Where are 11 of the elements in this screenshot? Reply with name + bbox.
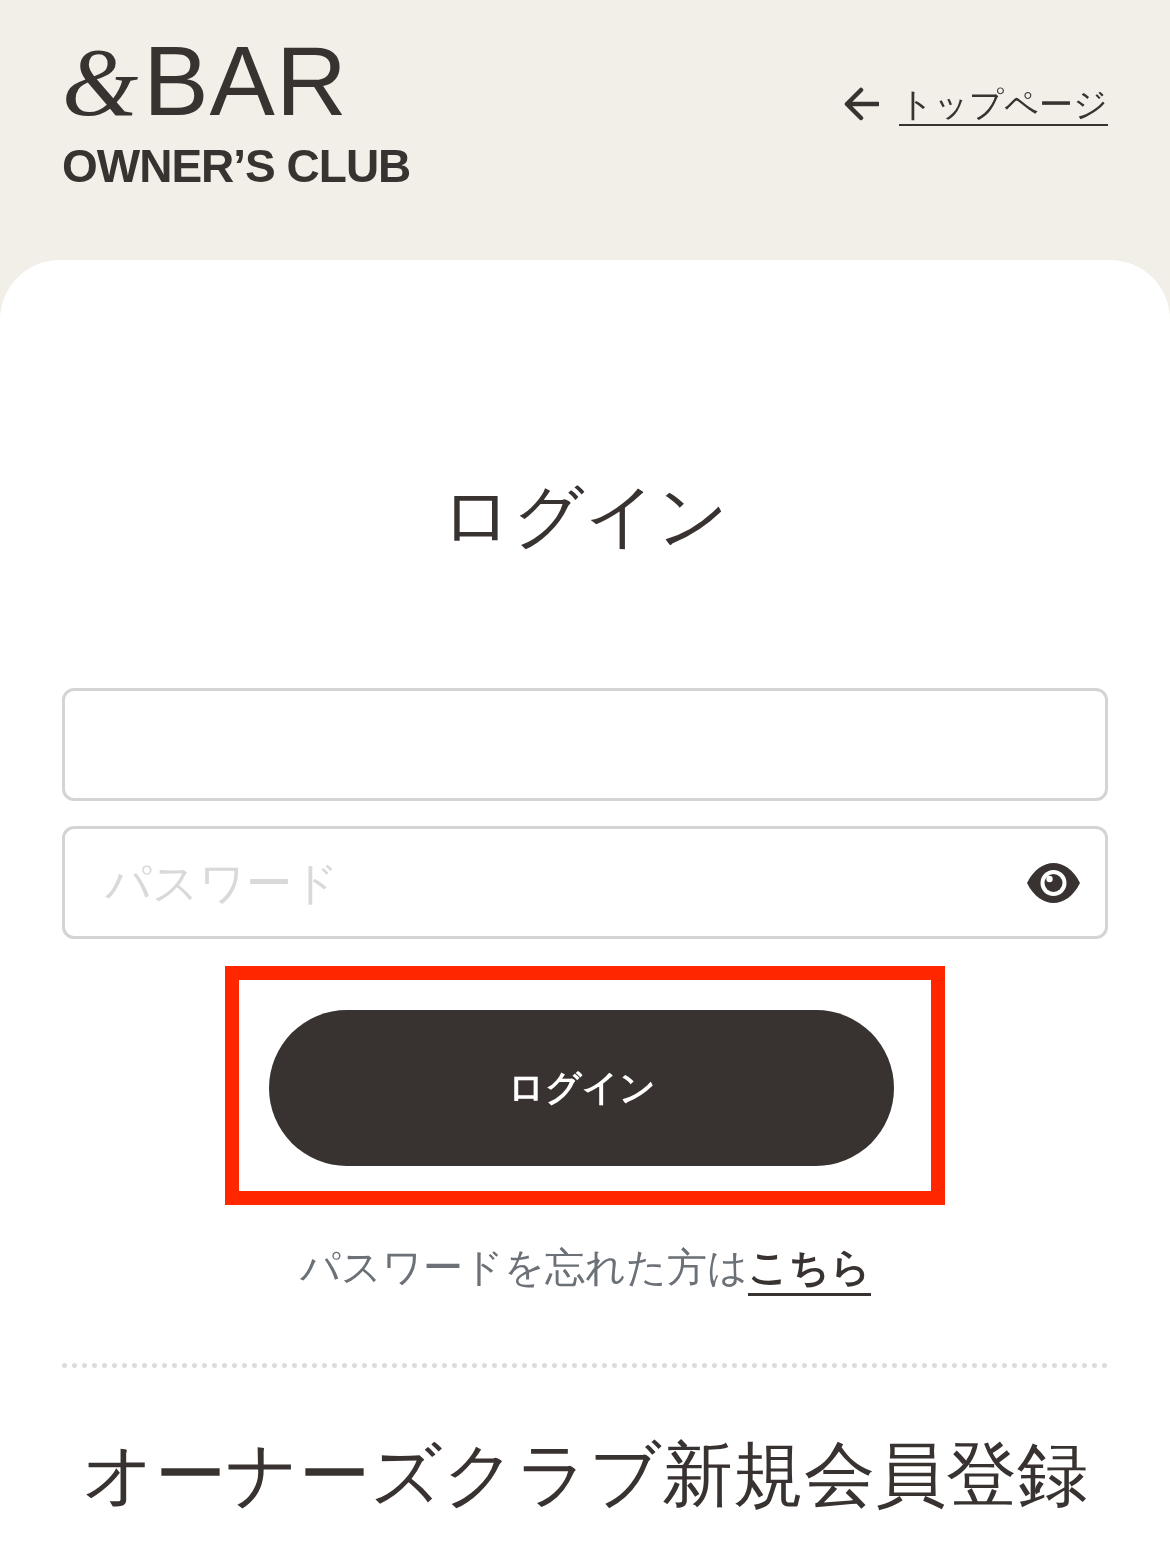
left-arrow-icon[interactable] [843,87,879,122]
login-button[interactable]: ログイン [269,1010,894,1166]
eye-icon[interactable] [1026,862,1081,904]
reset-link[interactable]: こちら [747,1245,871,1296]
logo-wordmark: &BAR [62,32,348,131]
input-field[interactable] [62,688,1108,801]
logo-subtitle: OWNER’S CLUB [62,143,411,189]
registration-title: オーナーズクラブ新規会員登録 [81,1434,1089,1516]
login-title: ログイン [440,476,730,557]
forgot-password-text: パスワードを忘れた方はこちら [62,1237,1108,1297]
top-page-link[interactable]: トップページ [899,84,1108,125]
